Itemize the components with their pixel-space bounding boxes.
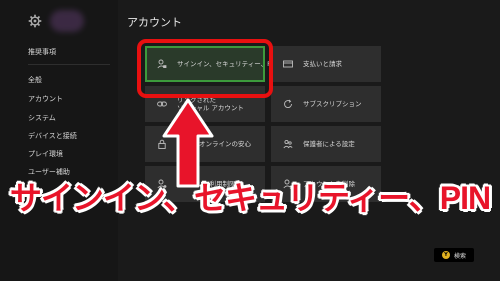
y-button-icon: Y	[441, 251, 450, 259]
tile-label: 保護者による設定	[303, 140, 355, 148]
caption-text: サインイン、セキュリティー、PIN	[9, 180, 491, 216]
tile-label: サブスクリプション	[303, 100, 362, 108]
tile-label: リンクされた ソーシャル アカウント	[177, 96, 244, 112]
tile-label: サインイン、セキュリティー、PIN	[177, 60, 278, 68]
page-title: アカウント	[127, 16, 182, 29]
tile-label: 支払いと請求	[303, 60, 342, 68]
avatar	[50, 10, 84, 32]
sidebar-divider	[28, 64, 110, 65]
sidebar-item-recommended[interactable]: 推奨事項	[28, 47, 56, 57]
tile-payment-billing[interactable]: 支払いと請求	[271, 46, 381, 82]
family-icon	[283, 139, 293, 149]
sidebar-item-accessibility[interactable]: ユーザー補助	[28, 167, 70, 177]
tile-online-safety[interactable]: オンラインの安心	[145, 126, 265, 162]
search-label: 検索	[453, 252, 466, 260]
sidebar-item-preferences[interactable]: プレイ環境	[28, 149, 63, 159]
link-icon	[157, 99, 167, 109]
gear-icon[interactable]	[28, 14, 42, 28]
subscription-icon	[283, 99, 293, 109]
tile-sign-in-security-pin[interactable]: サインイン、セキュリティー、PIN	[145, 46, 278, 82]
tile-linked-social-accounts[interactable]: リンクされた ソーシャル アカウント	[145, 86, 265, 122]
tile-parental-controls[interactable]: 保護者による設定	[271, 126, 381, 162]
credit-card-icon	[283, 59, 293, 69]
search-button[interactable]: Y 検索	[434, 248, 474, 262]
sidebar-item-account[interactable]: アカウント	[28, 94, 63, 104]
sidebar-item-devices[interactable]: デバイスと接続	[28, 131, 77, 141]
sidebar-item-general[interactable]: 全般	[28, 75, 42, 85]
tile-subscriptions[interactable]: サブスクリプション	[271, 86, 381, 122]
lock-icon	[157, 139, 167, 149]
sidebar-item-system[interactable]: システム	[28, 113, 56, 123]
sidebar: 推奨事項 全般 アカウント システム デバイスと接続 プレイ環境 ユーザー補助	[0, 0, 118, 281]
tile-label: オンラインの安心	[199, 140, 251, 148]
person-lock-icon	[157, 59, 167, 69]
